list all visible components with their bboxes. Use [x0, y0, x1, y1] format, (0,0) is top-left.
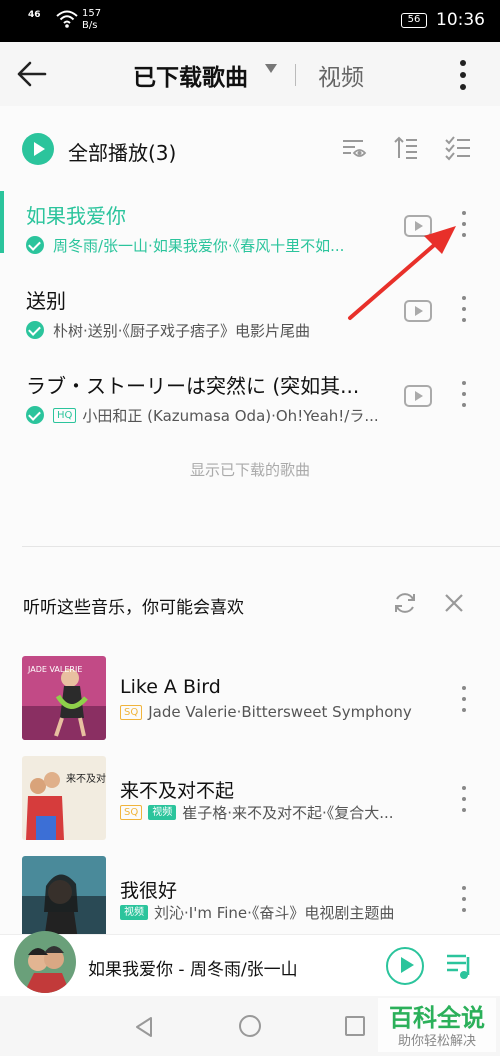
song-row[interactable]: 如果我爱你 周冬雨/张一山·如果我爱你·《春风十里不如... — [0, 191, 500, 275]
video-badge: 视频 — [148, 804, 177, 820]
album-cover: 来不及对不起 — [22, 756, 106, 840]
sort-icon[interactable] — [392, 134, 420, 162]
recommend-item[interactable]: 来不及对不起 来不及对不起 SQ 视频 崔子格·来不及对不起·《复合大... — [0, 756, 500, 842]
watermark: 百科全说 助你轻松解决 — [378, 998, 496, 1052]
mv-play-icon[interactable] — [404, 300, 432, 322]
divider — [295, 64, 296, 86]
back-arrow-icon[interactable] — [16, 60, 48, 88]
recommend-song-subtitle: 视频 刘沁·I'm Fine·《奋斗》电视剧主题曲 — [120, 902, 394, 922]
song-title: 送别 — [26, 289, 66, 313]
downloaded-check-icon — [26, 406, 44, 424]
album-cover: JADE VALERIE — [22, 656, 106, 740]
play-button[interactable] — [386, 947, 424, 985]
view-filter-icon[interactable] — [340, 134, 368, 162]
hq-badge: HQ — [53, 407, 77, 423]
song-subtitle: 朴树·送别·《厨子戏子痞子》电影片尾曲 — [26, 320, 310, 340]
now-playing-cover[interactable] — [14, 931, 76, 993]
recommend-more-button[interactable] — [456, 784, 472, 814]
song-more-button[interactable] — [456, 209, 472, 239]
song-title: ラブ・ストーリーは突然に (突如其... — [26, 374, 360, 398]
song-subtitle: 周冬雨/张一山·如果我爱你·《春风十里不如... — [26, 235, 344, 255]
play-all-icon[interactable] — [22, 133, 54, 165]
nav-home-icon[interactable] — [239, 1015, 261, 1037]
mv-play-icon[interactable] — [404, 215, 432, 237]
show-downloaded-hint[interactable]: 显示已下载的歌曲 — [0, 459, 500, 480]
sq-badge: SQ — [120, 704, 143, 720]
nav-recents-icon[interactable] — [345, 1016, 365, 1036]
close-icon[interactable] — [442, 591, 466, 615]
album-cover — [22, 856, 106, 940]
song-subtitle: HQ 小田和正 (Kazumasa Oda)·Oh!Yeah!/ラ... — [26, 405, 379, 425]
play-all-button[interactable]: 全部播放(3) — [68, 137, 176, 166]
svg-text:来不及对不起: 来不及对不起 — [66, 772, 106, 785]
song-more-button[interactable] — [456, 294, 472, 324]
divider — [22, 546, 500, 547]
refresh-icon[interactable] — [392, 590, 418, 616]
clock: 10:36 — [436, 10, 485, 30]
wifi-icon — [56, 10, 78, 28]
song-row[interactable]: ラブ・ストーリーは突然に (突如其... HQ 小田和正 (Kazumasa O… — [0, 361, 500, 445]
sq-badge: SQ — [120, 804, 143, 820]
song-title: 如果我爱你 — [26, 204, 126, 228]
recommend-song-subtitle: SQ Jade Valerie·Bittersweet Symphony — [120, 702, 412, 722]
recommend-item[interactable]: JADE VALERIE Like A Bird SQ Jade Valerie… — [0, 656, 500, 742]
playlist-icon[interactable] — [444, 951, 476, 981]
app-header: 已下载歌曲 视频 — [0, 42, 500, 106]
main-content: 全部播放(3) 如果我爱你 周冬雨/张一山·如果我爱你·《春风十里不如... 送… — [0, 106, 500, 940]
dropdown-caret-icon[interactable] — [265, 64, 277, 73]
video-badge: 视频 — [120, 904, 148, 920]
recommend-item[interactable]: 我很好 视频 刘沁·I'm Fine·《奋斗》电视剧主题曲 — [0, 856, 500, 942]
recommend-song-title: 我很好 — [120, 880, 178, 902]
now-playing-text: 如果我爱你 - 周冬雨/张一山 — [88, 960, 298, 980]
song-more-button[interactable] — [456, 379, 472, 409]
signal-indicator: 46 — [28, 10, 41, 20]
network-speed: 157 B/s — [82, 8, 102, 31]
recommend-title: 听听这些音乐，你可能会喜欢 — [23, 598, 244, 618]
downloaded-check-icon — [26, 321, 44, 339]
recommend-more-button[interactable] — [456, 684, 472, 714]
song-row[interactable]: 送别 朴树·送别·《厨子戏子痞子》电影片尾曲 — [0, 276, 500, 360]
playing-indicator — [0, 191, 4, 253]
battery-icon: 56 — [401, 13, 427, 28]
tab-downloaded-songs[interactable]: 已下载歌曲 — [133, 58, 248, 92]
tab-video[interactable]: 视频 — [318, 58, 364, 92]
downloaded-check-icon — [26, 236, 44, 254]
multi-select-icon[interactable] — [444, 134, 472, 162]
status-bar: 46 157 B/s 56 10:36 — [0, 0, 500, 42]
recommend-song-title: 来不及对不起 — [120, 780, 235, 802]
nav-back-icon[interactable] — [134, 1016, 154, 1038]
mv-play-icon[interactable] — [404, 385, 432, 407]
recommend-song-subtitle: SQ 视频 崔子格·来不及对不起·《复合大... — [120, 802, 394, 822]
svg-text:JADE VALERIE: JADE VALERIE — [27, 665, 82, 674]
more-vertical-icon[interactable] — [455, 58, 471, 92]
recommend-more-button[interactable] — [456, 884, 472, 914]
recommend-song-title: Like A Bird — [120, 676, 221, 698]
mini-player[interactable]: 如果我爱你 - 周冬雨/张一山 — [0, 931, 500, 996]
